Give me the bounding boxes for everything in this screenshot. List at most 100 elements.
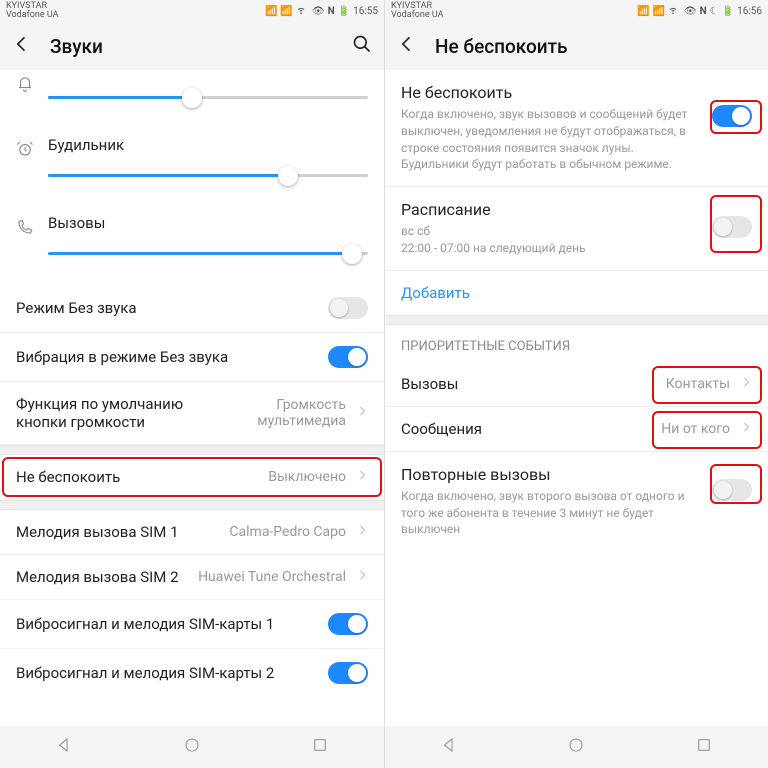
- row-schedule[interactable]: Расписание вс сб 22:00 - 07:00 на следую…: [385, 187, 768, 271]
- schedule-label: Расписание: [401, 200, 702, 219]
- dnd-master-label: Не беспокоить: [401, 83, 702, 102]
- row-vibrate-silent[interactable]: Вибрация в режиме Без звука: [0, 333, 384, 382]
- chevron-right-icon: [356, 524, 368, 540]
- content-dnd: Не беспокоить Когда включено, звук вызов…: [385, 70, 768, 726]
- row-volume-key[interactable]: Функция по умолчанию кнопки громкости Гр…: [0, 382, 384, 445]
- row-sim2-ringtone[interactable]: Мелодия вызова SIM 2 Huawei Tune Orchest…: [0, 555, 384, 600]
- status-time: 16:55: [353, 6, 378, 17]
- sim2-value: Huawei Tune Orchestral: [198, 569, 346, 585]
- moon-icon: ☾: [710, 6, 719, 17]
- status-bar: KYIVSTAR Vodafone UA 📶 📶 👁 N ☾ 🔋 16:56: [385, 0, 768, 22]
- vibrate-silent-toggle[interactable]: [328, 346, 368, 368]
- carrier-2: Vodafone UA: [391, 11, 443, 20]
- vibrate-sim1-label: Вибросигнал и мелодия SIM-карты 1: [16, 615, 318, 633]
- battery-icon: 🔋: [338, 6, 350, 17]
- slider-call-track[interactable]: [48, 242, 368, 266]
- vibrate-sim2-label: Вибросигнал и мелодия SIM-карты 2: [16, 664, 318, 682]
- nfc-icon: N: [328, 6, 335, 17]
- schedule-toggle[interactable]: [712, 216, 752, 238]
- repeat-calls-toggle[interactable]: [712, 479, 752, 501]
- signal-icon: 📶: [280, 6, 292, 17]
- search-button[interactable]: [352, 34, 372, 58]
- silent-mode-toggle[interactable]: [328, 297, 368, 319]
- volume-key-label: Функция по умолчанию кнопки громкости: [16, 395, 226, 431]
- slider-media-track[interactable]: [48, 86, 368, 110]
- dnd-value: Выключено: [268, 469, 346, 485]
- signal-icon: 📶: [637, 6, 649, 17]
- slider-media-label: Мелодии: [48, 70, 368, 76]
- nav-recent[interactable]: [695, 736, 713, 758]
- row-do-not-disturb[interactable]: Не беспокоить Выключено: [0, 455, 384, 500]
- chevron-right-icon: [356, 569, 368, 585]
- signal-icon: 📶: [652, 6, 664, 17]
- dnd-master-desc: Когда включено, звук вызовов и сообщений…: [401, 106, 702, 173]
- signal-icon: 📶: [265, 6, 277, 17]
- alarm-icon: [16, 136, 48, 162]
- repeat-calls-label: Повторные вызовы: [401, 465, 702, 484]
- chevron-right-icon: [356, 405, 368, 421]
- nav-back[interactable]: [55, 736, 73, 758]
- section-priority-events: ПРИОРИТЕТНЫЕ СОБЫТИЯ: [385, 325, 768, 362]
- nav-home[interactable]: [567, 736, 585, 758]
- status-bar: KYIVSTAR Vodafone UA 📶 📶 👁 N 🔋 16:55: [0, 0, 384, 22]
- slider-media[interactable]: Мелодии: [0, 70, 384, 118]
- nfc-icon: N: [700, 6, 707, 17]
- page-title: Звуки: [50, 35, 334, 58]
- nav-recent[interactable]: [311, 736, 329, 758]
- slider-alarm[interactable]: Будильник: [0, 118, 384, 196]
- row-add-schedule[interactable]: Добавить: [385, 271, 768, 315]
- repeat-calls-desc: Когда включено, звук второго вызова от о…: [401, 488, 702, 538]
- eye-icon: 👁: [312, 6, 325, 17]
- status-time: 16:56: [737, 6, 762, 17]
- priority-calls-label: Вызовы: [401, 375, 656, 393]
- vibrate-sim2-toggle[interactable]: [328, 662, 368, 684]
- row-priority-calls[interactable]: Вызовы Контакты: [385, 362, 768, 407]
- back-button[interactable]: [12, 34, 32, 58]
- priority-msgs-value: Ни от кого: [661, 421, 730, 437]
- vibrate-silent-label: Вибрация в режиме Без звука: [16, 348, 318, 366]
- row-vibrate-sim2[interactable]: Вибросигнал и мелодия SIM-карты 2: [0, 649, 384, 697]
- priority-calls-value: Контакты: [666, 376, 730, 392]
- sim1-label: Мелодия вызова SIM 1: [16, 523, 219, 541]
- back-button[interactable]: [397, 34, 417, 58]
- row-sim1-ringtone[interactable]: Мелодия вызова SIM 1 Calma-Pedro Capo: [0, 510, 384, 555]
- dnd-master-toggle[interactable]: [712, 105, 752, 127]
- schedule-time: 22:00 - 07:00 на следующий день: [401, 240, 702, 257]
- screen-dnd: KYIVSTAR Vodafone UA 📶 📶 👁 N ☾ 🔋 16:56 Н…: [384, 0, 768, 768]
- nav-bar: [385, 726, 768, 768]
- nav-bar: [0, 726, 384, 768]
- slider-call[interactable]: Вызовы: [0, 196, 384, 284]
- app-bar: Не беспокоить: [385, 22, 768, 70]
- row-silent-mode[interactable]: Режим Без звука: [0, 284, 384, 333]
- sim1-value: Calma-Pedro Capo: [229, 524, 346, 540]
- silent-mode-label: Режим Без звука: [16, 299, 318, 317]
- chevron-right-icon: [740, 421, 752, 437]
- chevron-right-icon: [740, 376, 752, 392]
- row-priority-messages[interactable]: Сообщения Ни от кого: [385, 407, 768, 452]
- wifi-icon: [668, 5, 678, 18]
- carrier-2: Vodafone UA: [6, 11, 58, 20]
- priority-msgs-label: Сообщения: [401, 420, 651, 438]
- wifi-icon: [296, 5, 306, 18]
- volume-key-value: Громкость мультимедиа: [236, 397, 346, 429]
- add-schedule-link[interactable]: Добавить: [401, 284, 470, 302]
- row-vibrate-sim1[interactable]: Вибросигнал и мелодия SIM-карты 1: [0, 600, 384, 649]
- vibrate-sim1-toggle[interactable]: [328, 613, 368, 635]
- phone-icon: [16, 214, 48, 240]
- slider-call-label: Вызовы: [48, 214, 368, 232]
- slider-alarm-track[interactable]: [48, 164, 368, 188]
- chevron-right-icon: [356, 469, 368, 485]
- row-dnd-master[interactable]: Не беспокоить Когда включено, звук вызов…: [385, 70, 768, 187]
- battery-icon: 🔋: [722, 6, 734, 17]
- dnd-label: Не беспокоить: [16, 468, 258, 486]
- content-sounds: Мелодии Будильник Вызовы: [0, 70, 384, 726]
- schedule-days: вс сб: [401, 223, 702, 240]
- screen-sounds: KYIVSTAR Vodafone UA 📶 📶 👁 N 🔋 16:55 Зву…: [0, 0, 384, 768]
- row-repeat-calls[interactable]: Повторные вызовы Когда включено, звук вт…: [385, 452, 768, 551]
- sim2-label: Мелодия вызова SIM 2: [16, 568, 188, 586]
- eye-icon: 👁: [684, 6, 697, 17]
- nav-home[interactable]: [183, 736, 201, 758]
- slider-alarm-label: Будильник: [48, 136, 368, 154]
- bell-icon: [16, 70, 48, 96]
- nav-back[interactable]: [440, 736, 458, 758]
